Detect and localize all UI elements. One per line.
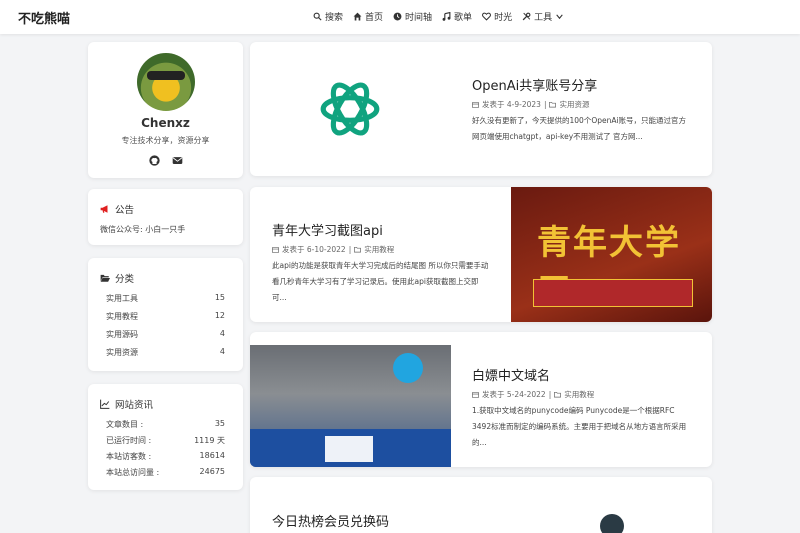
menu-item-label: 工具	[534, 13, 553, 23]
post-title[interactable]: 青年大学习截图api	[272, 220, 383, 239]
category-item[interactable]: 实用教程 12	[106, 311, 225, 322]
post-date: 发表于 5-24-2022	[482, 390, 546, 399]
calendar-icon	[272, 246, 279, 253]
categories-card: 分类 实用工具 15 实用教程 12 实用源码 4 实用资源 4	[88, 258, 243, 371]
tools-icon	[522, 12, 531, 21]
site-info-card: 网站资讯 文章数目 :35 已运行时间 :1119 天 本站访客数 :18614…	[88, 384, 243, 490]
post-title[interactable]: 白嫖中文域名	[472, 365, 550, 384]
post-title[interactable]: 今日热榜会员兑换码	[272, 511, 389, 530]
github-icon[interactable]	[148, 155, 160, 166]
menu-item-search[interactable]: 搜索	[313, 10, 343, 23]
menu-item-tools[interactable]: 工具	[522, 10, 564, 23]
post-category[interactable]: 实用资源	[559, 99, 589, 110]
home-icon	[353, 12, 362, 21]
menu-item-label: 时间轴	[405, 13, 433, 23]
site-info-title: 网站资讯	[115, 400, 154, 411]
post-meta: 发表于 5-24-2022 | 实用教程	[472, 389, 594, 400]
category-item[interactable]: 实用资源 4	[106, 347, 225, 358]
notice-card: 公告 微信公众号: 小白一只手	[88, 189, 243, 245]
openai-logo-icon	[320, 82, 380, 136]
site-info-row: 已运行时间 :1119 天	[106, 436, 225, 445]
menu-item-playlist[interactable]: 歌单	[442, 10, 472, 23]
post-card[interactable]: 白嫖中文域名 发表于 5-24-2022 | 实用教程 1.获取中文域名的pun…	[250, 332, 712, 467]
search-icon	[313, 12, 322, 21]
clock-icon	[393, 12, 402, 21]
post-date: 发表于 6-10-2022	[282, 245, 346, 254]
folder-icon	[549, 101, 557, 108]
menu-item-label: 首页	[365, 13, 384, 23]
categories-title: 分类	[115, 274, 135, 285]
email-icon[interactable]	[172, 155, 183, 166]
heart-icon	[482, 12, 492, 21]
post-card[interactable]: 今日热榜会员兑换码	[250, 477, 712, 533]
profile-name: Chenxz	[141, 116, 190, 130]
post-excerpt: 此api的功能是获取青年大学习完成后的结尾图 所以你只需要手动看几秒青年大学习有…	[272, 261, 489, 302]
profile-card: Chenxz 专注技术分享，资源分享	[88, 42, 243, 178]
cover-dns-box	[325, 436, 373, 462]
chevron-down-icon	[556, 14, 563, 20]
post-date: 发表于 4-9-2023	[482, 100, 541, 109]
site-brand[interactable]: 不吃熊喵	[18, 8, 70, 27]
megaphone-icon	[100, 205, 108, 213]
categories-heading: 分类	[100, 271, 134, 285]
music-icon	[442, 12, 451, 21]
chart-line-icon	[100, 399, 110, 409]
folder-icon	[554, 391, 562, 398]
post-excerpt: 好久没有更新了，今天提供的100个OpenAi账号，只能通过官方网页端使用cha…	[472, 116, 687, 141]
profile-description: 专注技术分享，资源分享	[121, 136, 210, 145]
site-info-row: 文章数目 :35	[106, 419, 225, 429]
post-title[interactable]: OpenAi共享账号分享	[472, 75, 597, 94]
post-category[interactable]: 实用教程	[564, 389, 594, 400]
menu-item-timeline[interactable]: 时间轴	[393, 10, 432, 23]
post-cover-image[interactable]	[250, 345, 451, 467]
post-card[interactable]: 青年大学习截图api 发表于 6-10-2022 | 实用教程 此api的功能是…	[250, 187, 712, 322]
category-item[interactable]: 实用源码 4	[106, 329, 225, 340]
calendar-icon	[472, 101, 479, 108]
post-meta: 发表于 4-9-2023 | 实用资源	[472, 99, 589, 110]
site-info-heading: 网站资讯	[100, 397, 153, 411]
notice-title: 公告	[115, 205, 135, 216]
post-card[interactable]: OpenAi共享账号分享 发表于 4-9-2023 | 实用资源 好久没有更新了…	[250, 42, 712, 176]
site-info-row: 本站总访问量 :24675	[106, 467, 225, 477]
social-links	[88, 155, 243, 166]
menu-item-home[interactable]: 首页	[353, 10, 383, 23]
menu-item-label: 搜索	[325, 13, 344, 23]
folder-icon	[354, 246, 362, 253]
notice-text: 微信公众号: 小白一只手	[100, 225, 186, 234]
cover-badge	[393, 353, 423, 383]
top-navbar: 不吃熊喵 搜索 首页 时间轴 歌单 时光 工具	[0, 0, 800, 34]
post-cover-avatar	[600, 514, 624, 533]
folder-open-icon	[100, 274, 110, 282]
category-item[interactable]: 实用工具 15	[106, 293, 225, 304]
post-excerpt: 1.获取中文域名的punycode编码 Punycode是一个根据RFC 349…	[472, 406, 687, 447]
avatar[interactable]	[136, 53, 195, 111]
main-menu: 搜索 首页 时间轴 歌单 时光 工具	[313, 10, 564, 23]
menu-item-moments[interactable]: 时光	[482, 10, 512, 23]
post-meta: 发表于 6-10-2022 | 实用教程	[272, 244, 394, 255]
post-cover-image[interactable]: 青年大学习	[511, 187, 712, 322]
site-info-row: 本站访客数 :18614	[106, 451, 225, 461]
notice-heading: 公告	[100, 202, 134, 216]
calendar-icon	[472, 391, 479, 398]
menu-item-label: 歌单	[454, 13, 473, 23]
menu-item-label: 时光	[494, 13, 513, 23]
cover-banner	[533, 279, 693, 307]
post-category[interactable]: 实用教程	[364, 244, 394, 255]
